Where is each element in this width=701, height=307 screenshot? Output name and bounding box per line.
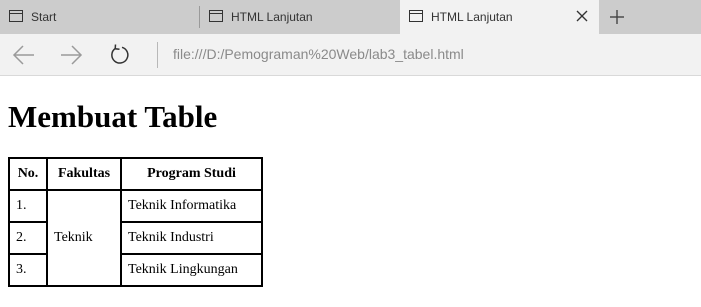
page-content: Membuat Table No. Fakultas Program Studi… <box>0 77 701 307</box>
cell-program: Teknik Lingkungan <box>121 254 262 286</box>
tab-label: HTML Lanjutan <box>231 10 313 24</box>
table-header-row: No. Fakultas Program Studi <box>9 158 262 190</box>
arrow-right-icon[interactable] <box>59 43 83 67</box>
tab-page-icon <box>9 10 23 22</box>
cell-program: Teknik Industri <box>121 222 262 254</box>
tab-start[interactable]: Start <box>0 0 199 34</box>
table-row: 3. Teknik Lingkungan <box>9 254 262 286</box>
close-icon[interactable] <box>575 9 589 23</box>
header-program-studi: Program Studi <box>121 158 262 190</box>
header-no: No. <box>9 158 47 190</box>
header-fakultas: Fakultas <box>47 158 121 190</box>
tab-html-lanjutan-active[interactable]: HTML Lanjutan <box>400 0 599 34</box>
tab-html-lanjutan[interactable]: HTML Lanjutan <box>200 0 399 34</box>
cell-no: 3. <box>9 254 47 286</box>
address-bar[interactable] <box>173 46 683 62</box>
navigation-bar <box>0 34 701 76</box>
tab-page-icon <box>209 10 223 22</box>
tab-strip: Start HTML Lanjutan HTML Lanjutan <box>0 0 701 34</box>
tab-label: HTML Lanjutan <box>431 10 513 24</box>
tab-label: Start <box>31 10 57 24</box>
cell-fakultas: Teknik <box>47 190 121 286</box>
page-title: Membuat Table <box>8 99 218 134</box>
refresh-icon[interactable] <box>108 43 132 67</box>
cell-no: 2. <box>9 222 47 254</box>
tab-page-icon <box>409 10 423 22</box>
arrow-left-icon[interactable] <box>12 43 36 67</box>
address-separator <box>157 42 158 68</box>
table-row: 2. Teknik Industri <box>9 222 262 254</box>
faculty-table: No. Fakultas Program Studi 1. Teknik Tek… <box>8 157 263 287</box>
table-row: 1. Teknik Teknik Informatika <box>9 190 262 286</box>
cell-program: Teknik Informatika <box>121 190 262 222</box>
plus-icon[interactable] <box>608 8 626 26</box>
cell-no: 1. <box>9 190 47 222</box>
